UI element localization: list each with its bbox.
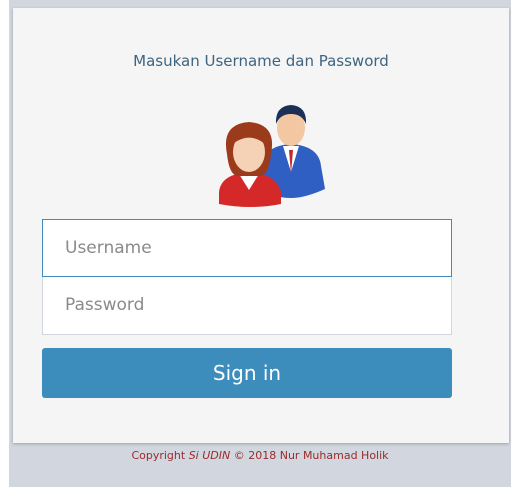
password-input[interactable]: Password	[42, 277, 452, 335]
footer-suffix: © 2018 Nur Muhamad Holik	[230, 449, 389, 462]
footer-copyright: Copyright Si UDIN © 2018 Nur Muhamad Hol…	[9, 449, 511, 462]
sign-in-button[interactable]: Sign in	[42, 348, 452, 398]
login-title: Masukan Username dan Password	[133, 52, 389, 70]
footer-prefix: Copyright	[131, 449, 189, 462]
username-input[interactable]: Username	[42, 219, 452, 277]
users-icon	[219, 105, 325, 207]
footer-app-name: Si UDIN	[188, 449, 231, 462]
